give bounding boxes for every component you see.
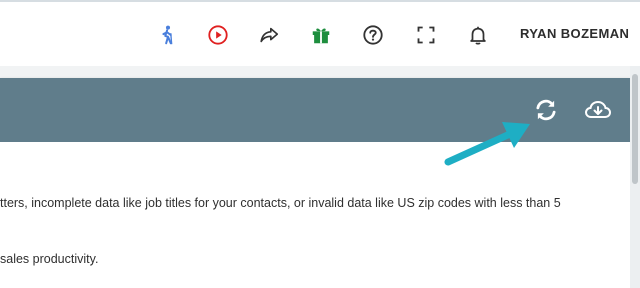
card-header [0, 78, 630, 142]
walking-person-icon [162, 25, 173, 45]
gift-button[interactable] [308, 22, 334, 48]
fullscreen-button[interactable] [413, 22, 439, 48]
play-circle-icon [208, 25, 228, 45]
video-button[interactable] [205, 22, 231, 48]
bell-icon [470, 26, 486, 45]
top-app-bar: RYAN BOZEMAN [0, 0, 640, 66]
vertical-scrollbar[interactable] [630, 66, 640, 288]
notifications-button[interactable] [465, 22, 491, 48]
cloud-download-icon [584, 100, 612, 118]
refresh-button[interactable] [532, 96, 560, 124]
data-quality-card: tters, incomplete data like job titles f… [0, 78, 630, 288]
user-name-menu[interactable]: RYAN BOZEMAN [520, 26, 629, 41]
card-description-line-1: tters, incomplete data like job titles f… [0, 196, 561, 210]
download-button[interactable] [584, 96, 612, 124]
fullscreen-icon [417, 26, 435, 44]
main-content: tters, incomplete data like job titles f… [0, 66, 640, 288]
help-circle-icon [363, 25, 383, 45]
share-button[interactable] [256, 22, 282, 48]
walkthrough-button[interactable] [155, 22, 181, 48]
help-button[interactable] [360, 22, 386, 48]
card-description-line-2: sales productivity. [0, 252, 99, 266]
share-icon [260, 27, 279, 43]
refresh-icon [536, 99, 556, 121]
gift-icon [312, 28, 330, 44]
scrollbar-thumb[interactable] [632, 74, 638, 184]
